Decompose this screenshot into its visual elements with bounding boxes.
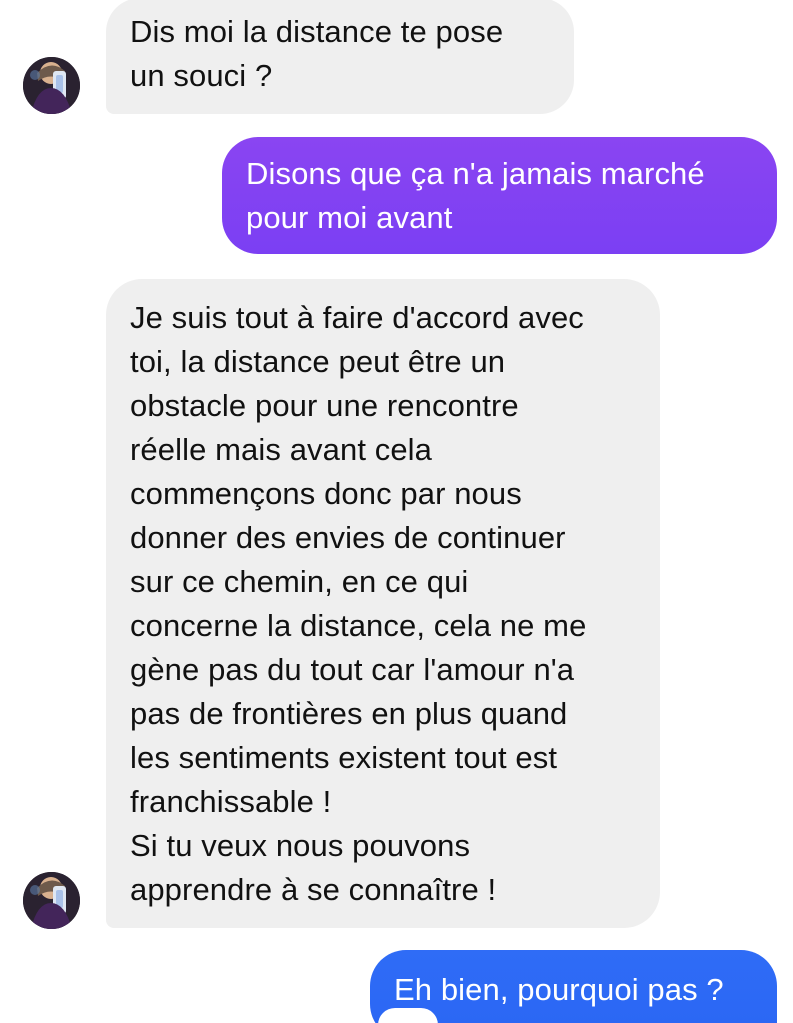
outgoing-message-bubble[interactable]: Eh bien, pourquoi pas ? <box>370 950 777 1023</box>
contact-avatar[interactable] <box>23 57 80 114</box>
contact-avatar[interactable] <box>23 872 80 929</box>
outgoing-message-bubble[interactable]: Disons que ça n'a jamais marché pour moi… <box>222 137 777 254</box>
reaction-badge <box>380 1010 436 1023</box>
incoming-message-bubble[interactable]: Dis moi la distance te pose un souci ? <box>106 0 574 114</box>
incoming-message-bubble[interactable]: Je suis tout à faire d'accord avec toi, … <box>106 279 660 928</box>
contact-avatar-icon <box>23 872 80 929</box>
contact-avatar-icon <box>23 57 80 114</box>
message-thread[interactable]: Dis moi la distance te pose un souci ? D… <box>0 0 793 1023</box>
